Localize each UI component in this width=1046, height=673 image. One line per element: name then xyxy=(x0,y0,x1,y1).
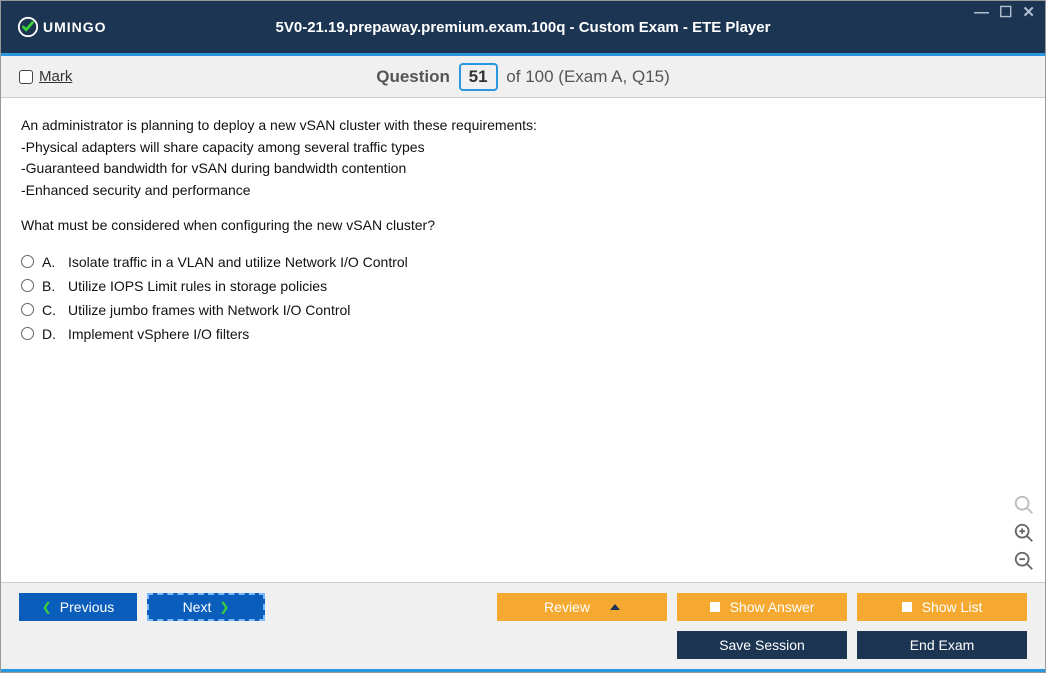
question-header: Mark Question 51 of 100 (Exam A, Q15) xyxy=(1,56,1045,98)
answer-option[interactable]: D. Implement vSphere I/O filters xyxy=(21,322,1025,346)
mark-label[interactable]: Mark xyxy=(39,68,72,85)
mark-checkbox[interactable]: Mark xyxy=(19,68,72,85)
show-answer-label: Show Answer xyxy=(730,599,815,615)
save-session-label: Save Session xyxy=(719,637,805,653)
answer-letter: B. xyxy=(42,278,60,294)
zoom-in-icon[interactable] xyxy=(1013,522,1035,544)
logo-check-icon xyxy=(17,16,39,38)
question-line: -Guaranteed bandwidth for vSAN during ba… xyxy=(21,159,1025,179)
next-button[interactable]: Next ❯ xyxy=(147,593,265,621)
previous-label: Previous xyxy=(60,599,114,615)
answer-text: Utilize jumbo frames with Network I/O Co… xyxy=(68,302,350,318)
question-line: -Physical adapters will share capacity a… xyxy=(21,138,1025,158)
review-button[interactable]: Review xyxy=(497,593,667,621)
content-area: An administrator is planning to deploy a… xyxy=(1,98,1045,582)
radio-icon[interactable] xyxy=(21,303,34,316)
next-label: Next xyxy=(183,599,212,615)
answers-list: A. Isolate traffic in a VLAN and utilize… xyxy=(21,250,1025,346)
chevron-right-icon: ❯ xyxy=(219,600,229,614)
question-line: An administrator is planning to deploy a… xyxy=(21,116,1025,136)
show-list-button[interactable]: Show List xyxy=(857,593,1027,621)
answer-letter: D. xyxy=(42,326,60,342)
answer-letter: A. xyxy=(42,254,60,270)
chevron-left-icon: ❮ xyxy=(42,600,52,614)
window-title: 5V0-21.19.prepaway.premium.exam.100q - C… xyxy=(1,19,1045,36)
end-exam-button[interactable]: End Exam xyxy=(857,631,1027,659)
stop-icon xyxy=(710,602,720,612)
question-prefix: Question xyxy=(376,67,450,86)
show-list-label: Show List xyxy=(922,599,983,615)
zoom-controls xyxy=(1013,494,1035,572)
answer-letter: C. xyxy=(42,302,60,318)
radio-icon[interactable] xyxy=(21,327,34,340)
review-label: Review xyxy=(544,599,590,615)
end-exam-label: End Exam xyxy=(910,637,975,653)
previous-button[interactable]: ❮ Previous xyxy=(19,593,137,621)
minimize-icon[interactable]: — xyxy=(974,5,989,20)
answer-option[interactable]: B. Utilize IOPS Limit rules in storage p… xyxy=(21,274,1025,298)
question-line: -Enhanced security and performance xyxy=(21,181,1025,201)
close-icon[interactable]: ✕ xyxy=(1022,5,1035,20)
radio-icon[interactable] xyxy=(21,255,34,268)
logo-text: UMINGO xyxy=(43,19,107,35)
logo: UMINGO xyxy=(17,16,107,38)
radio-icon[interactable] xyxy=(21,279,34,292)
answer-option[interactable]: C. Utilize jumbo frames with Network I/O… xyxy=(21,298,1025,322)
footer: ❮ Previous Next ❯ Review Show Answer xyxy=(1,582,1045,669)
question-suffix: of 100 (Exam A, Q15) xyxy=(506,67,669,86)
search-icon[interactable] xyxy=(1013,494,1035,516)
show-answer-button[interactable]: Show Answer xyxy=(677,593,847,621)
answer-text: Implement vSphere I/O filters xyxy=(68,326,249,342)
question-prompt: What must be considered when configuring… xyxy=(21,216,1025,236)
question-text: An administrator is planning to deploy a… xyxy=(21,116,1025,236)
stop-icon xyxy=(902,602,912,612)
window-controls: — ☐ ✕ xyxy=(974,5,1035,20)
answer-text: Isolate traffic in a VLAN and utilize Ne… xyxy=(68,254,408,270)
maximize-icon[interactable]: ☐ xyxy=(999,5,1012,20)
triangle-up-icon xyxy=(610,604,620,610)
question-number: 51 xyxy=(459,63,498,91)
titlebar: UMINGO 5V0-21.19.prepaway.premium.exam.1… xyxy=(1,1,1045,53)
save-session-button[interactable]: Save Session xyxy=(677,631,847,659)
zoom-out-icon[interactable] xyxy=(1013,550,1035,572)
answer-text: Utilize IOPS Limit rules in storage poli… xyxy=(68,278,327,294)
divider xyxy=(1,669,1045,672)
question-counter: Question 51 of 100 (Exam A, Q15) xyxy=(1,63,1045,91)
app-window: UMINGO 5V0-21.19.prepaway.premium.exam.1… xyxy=(0,0,1046,673)
checkbox-icon[interactable] xyxy=(19,70,33,84)
answer-option[interactable]: A. Isolate traffic in a VLAN and utilize… xyxy=(21,250,1025,274)
